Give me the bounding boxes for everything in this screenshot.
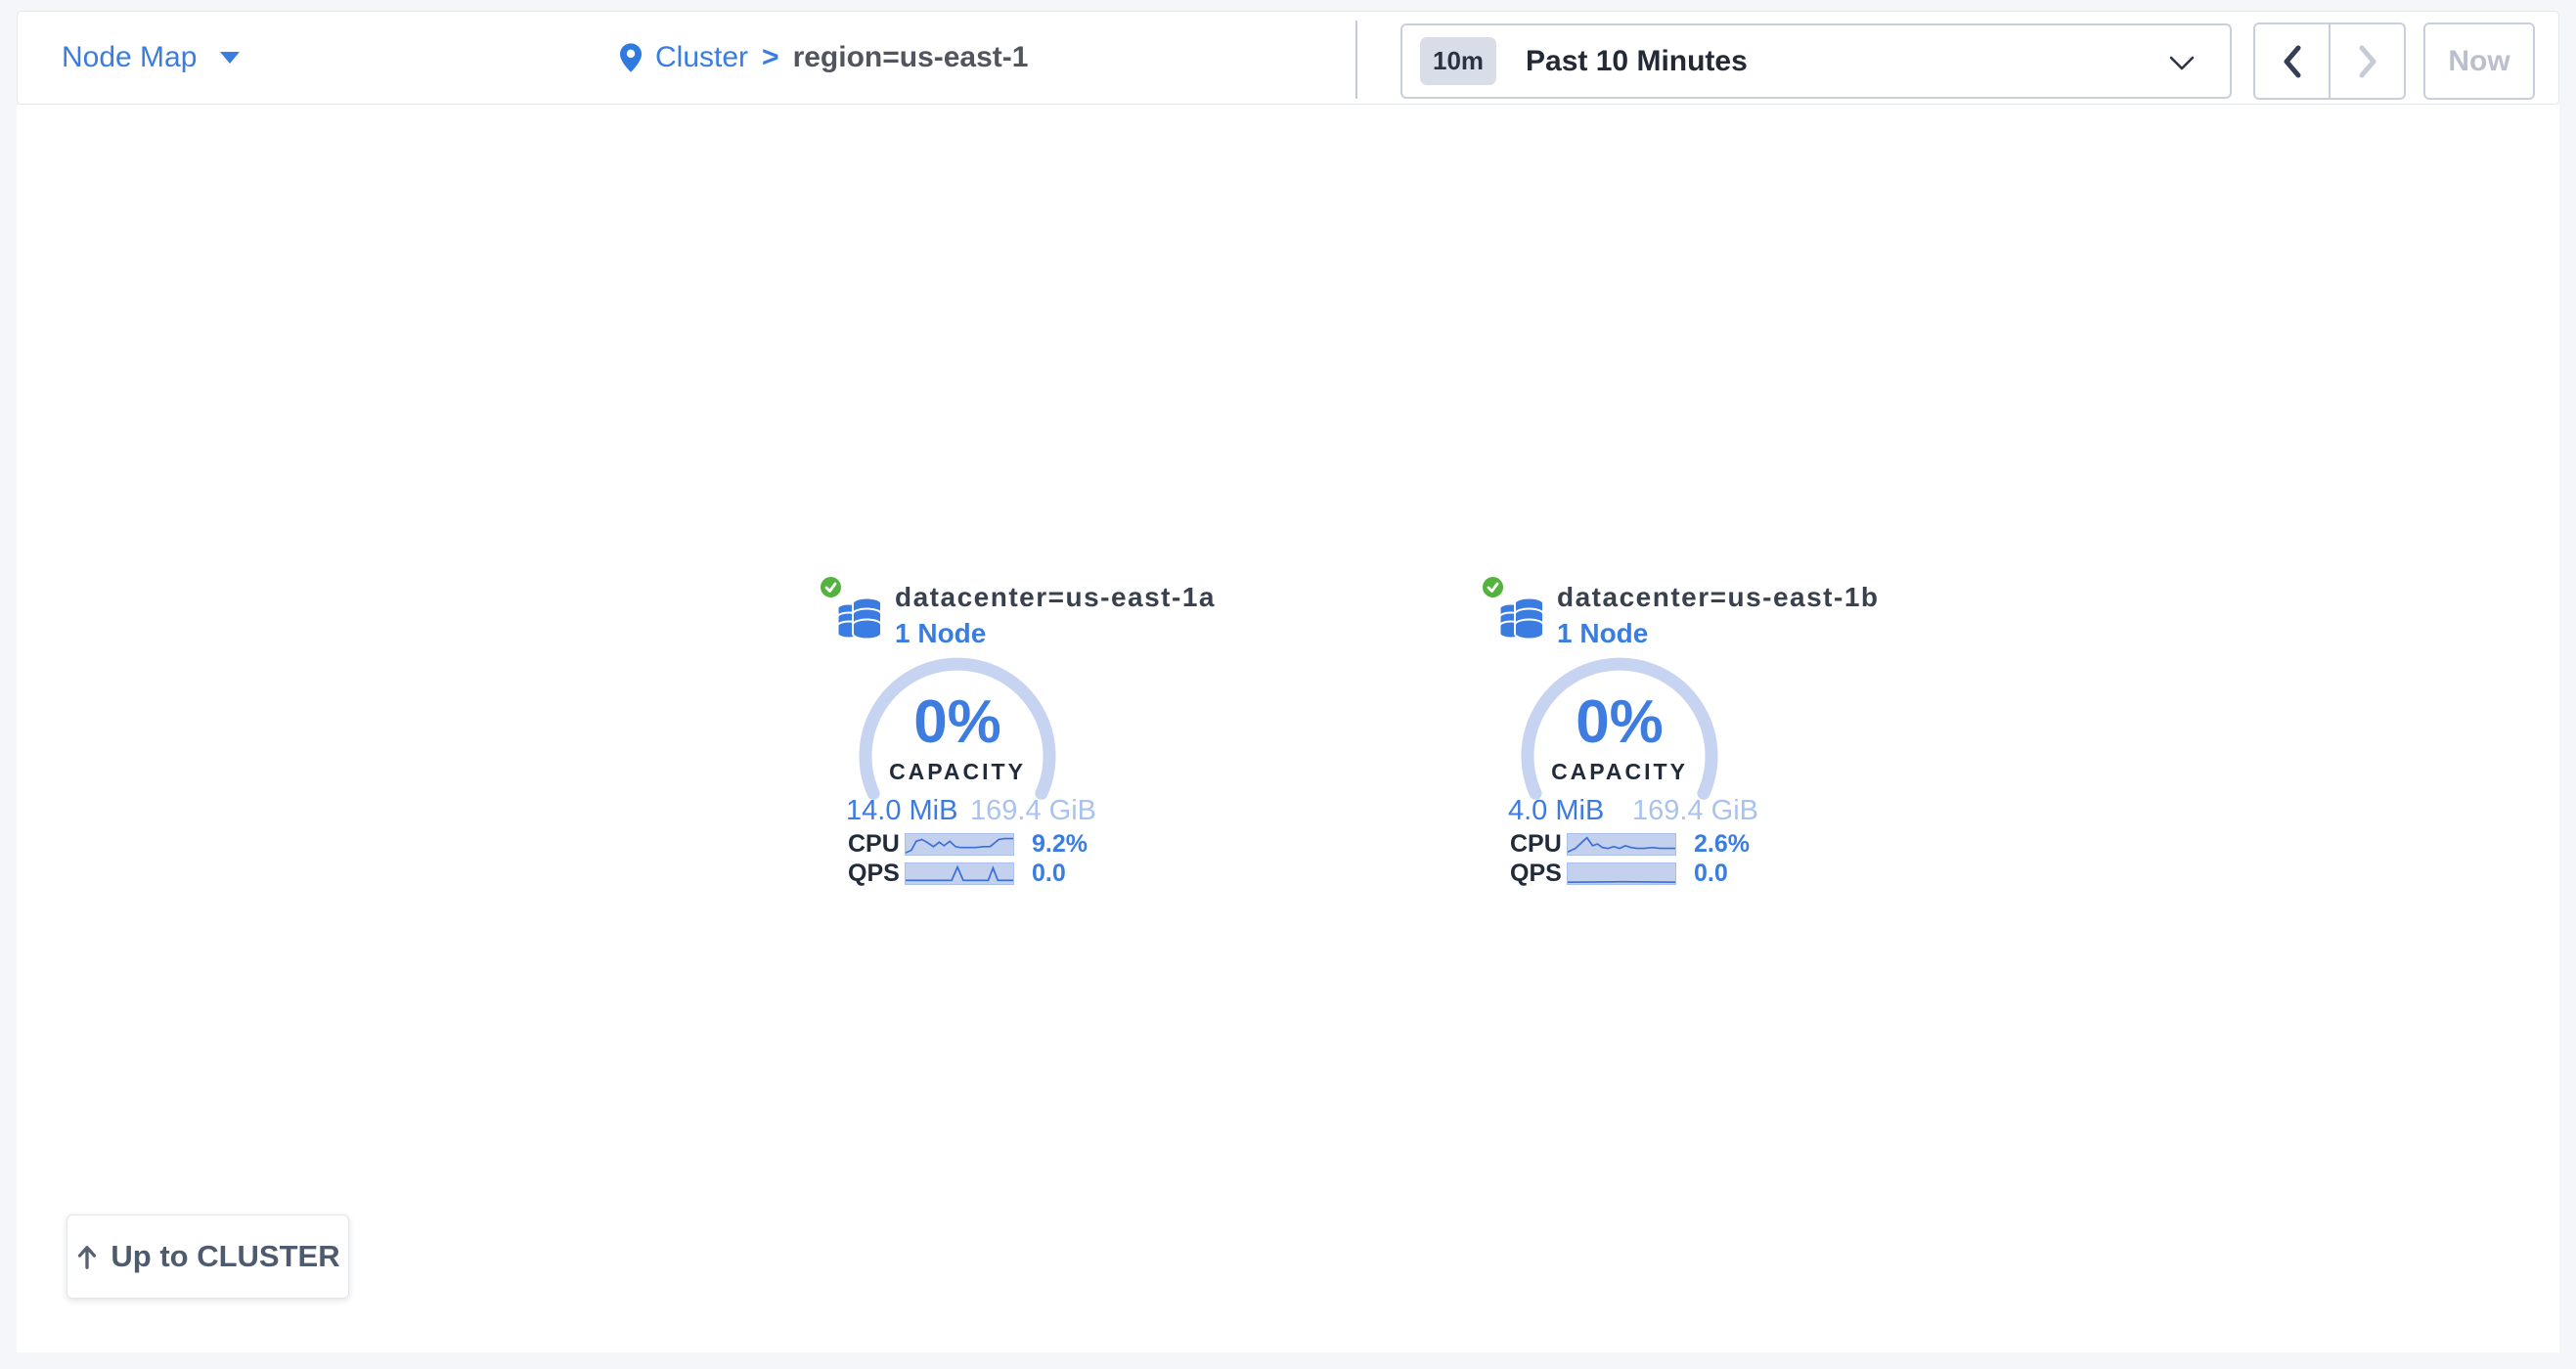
capacity-used: 14.0 MiB	[846, 795, 957, 827]
caret-down-icon	[220, 52, 240, 64]
up-to-cluster-button[interactable]: Up to CLUSTER	[67, 1214, 349, 1299]
time-next-button[interactable]	[2329, 24, 2404, 98]
capacity-gauge: 0% CAPACITY	[855, 653, 1060, 859]
capacity-arc	[1517, 653, 1722, 859]
capacity-caption: CAPACITY	[1517, 759, 1722, 785]
time-prev-button[interactable]	[2255, 24, 2329, 98]
cpu-value: 9.2%	[1032, 830, 1088, 859]
now-button[interactable]: Now	[2423, 22, 2535, 100]
locality-node-count: 1 Node	[895, 618, 1216, 649]
locality-card-us-east-1b[interactable]: datacenter=us-east-1b 1 Node 0% CAPACITY…	[1488, 572, 1831, 900]
time-pager	[2253, 22, 2406, 100]
cpu-label: CPU	[1510, 830, 1567, 859]
header-bar: Node Map Cluster > region=us-east-1 10m …	[17, 11, 2559, 105]
qps-sparkline	[905, 862, 1014, 885]
time-range-dropdown[interactable]: 10m Past 10 Minutes	[1400, 23, 2232, 99]
header-divider	[1355, 21, 1357, 99]
cpu-label: CPU	[848, 830, 905, 859]
capacity-total: 169.4 GiB	[970, 795, 1096, 827]
cpu-sparkline	[1567, 833, 1676, 856]
locality-title: datacenter=us-east-1a	[895, 582, 1216, 613]
cpu-value: 2.6%	[1694, 830, 1750, 859]
time-range-label: Past 10 Minutes	[1526, 45, 1748, 78]
locality-node-count: 1 Node	[1557, 618, 1880, 649]
view-mode-label: Node Map	[62, 41, 197, 74]
healthy-check-icon	[1480, 574, 1506, 600]
database-stack-icon	[1499, 596, 1544, 640]
cpu-sparkline	[905, 833, 1014, 856]
qps-label: QPS	[848, 860, 905, 888]
capacity-used: 4.0 MiB	[1508, 795, 1604, 827]
capacity-gauge: 0% CAPACITY	[1517, 653, 1722, 859]
capacity-total: 169.4 GiB	[1632, 795, 1758, 827]
chevron-down-icon	[2169, 56, 2195, 70]
breadcrumb-current: region=us-east-1	[793, 41, 1029, 74]
capacity-arc	[855, 653, 1060, 859]
up-to-cluster-label: Up to CLUSTER	[111, 1239, 339, 1274]
breadcrumb-separator: >	[762, 41, 779, 74]
healthy-check-icon	[818, 574, 844, 600]
breadcrumb: Cluster > region=us-east-1	[620, 12, 1028, 104]
chevron-right-icon	[2357, 44, 2378, 79]
capacity-percent: 0%	[1517, 692, 1722, 753]
capacity-caption: CAPACITY	[855, 759, 1060, 785]
chevron-left-icon	[2282, 44, 2303, 79]
capacity-percent: 0%	[855, 692, 1060, 753]
qps-value: 0.0	[1694, 860, 1728, 888]
map-pin-icon	[620, 43, 642, 72]
locality-title: datacenter=us-east-1b	[1557, 582, 1880, 613]
locality-card-us-east-1a[interactable]: datacenter=us-east-1a 1 Node 0% CAPACITY…	[826, 572, 1169, 900]
qps-value: 0.0	[1032, 860, 1066, 888]
breadcrumb-cluster-link[interactable]: Cluster	[655, 41, 748, 74]
time-range-badge: 10m	[1420, 37, 1496, 85]
arrow-up-icon	[75, 1244, 99, 1269]
database-stack-icon	[837, 596, 882, 640]
view-mode-selector[interactable]: Node Map	[62, 12, 240, 104]
node-map-canvas	[17, 105, 2559, 1352]
qps-label: QPS	[1510, 860, 1567, 888]
qps-sparkline	[1567, 862, 1676, 885]
